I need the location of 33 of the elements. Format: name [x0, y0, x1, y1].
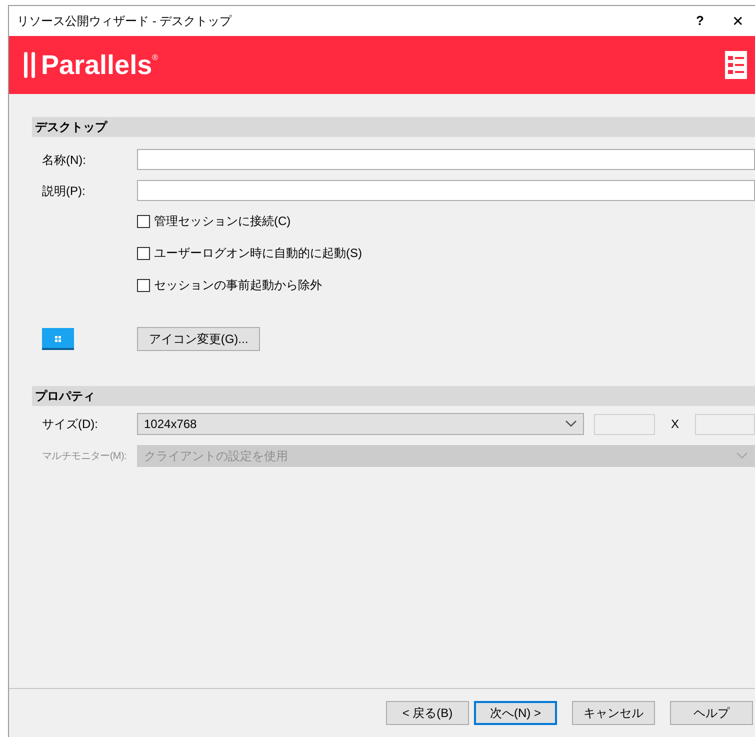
checkbox-label: ユーザーログオン時に自動的に起動(S) — [154, 245, 362, 262]
checkbox[interactable] — [137, 246, 150, 260]
field-label: 説明(P): — [41, 182, 86, 200]
dropdown[interactable]: 1024x768 — [137, 413, 584, 435]
checkbox[interactable] — [137, 278, 150, 292]
input-field[interactable] — [695, 414, 755, 434]
checkbox-label: セッションの事前起動から除外 — [154, 277, 322, 294]
checkbox[interactable] — [137, 214, 150, 228]
window-title: リソース公開ウィザード - デスクトップ — [17, 13, 233, 30]
input-field[interactable] — [137, 180, 755, 201]
input-field[interactable] — [594, 414, 655, 434]
registered-mark: ® — [152, 52, 158, 64]
section-header: プロパティ — [32, 386, 755, 406]
logo-text: Parallels — [41, 48, 152, 82]
input-field[interactable] — [137, 149, 755, 170]
desktop-icon — [42, 328, 74, 350]
help-button[interactable]: ? — [685, 11, 715, 31]
checklist-icon — [725, 51, 747, 79]
close-button[interactable]: ✕ — [727, 10, 749, 32]
wizard-button[interactable]: キャンセル — [572, 701, 655, 725]
times-label: X — [670, 416, 680, 433]
field-label: サイズ(D): — [41, 416, 99, 433]
field-label: 名称(N): — [41, 152, 87, 168]
chevron-down-icon — [736, 452, 748, 460]
checkbox-label: 管理セッションに接続(C) — [154, 213, 291, 230]
wizard-button[interactable]: ヘルプ — [670, 701, 753, 725]
field-label: マルチモニター(M): — [41, 450, 128, 464]
wizard-button[interactable]: < 戻る(B) — [386, 701, 469, 725]
logo-icon — [23, 52, 37, 78]
section-header: デスクトップ — [32, 117, 755, 137]
wizard-button[interactable]: 次へ(N) > — [474, 701, 557, 725]
change-icon-button[interactable]: アイコン変更(G)... — [137, 327, 260, 351]
chevron-down-icon — [565, 420, 577, 428]
